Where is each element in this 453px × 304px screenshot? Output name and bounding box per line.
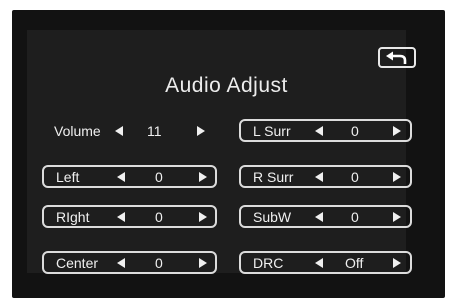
drc-label: DRC: [253, 254, 284, 271]
l-surr-decrease-icon[interactable]: [315, 125, 323, 136]
drc-value: Off: [345, 254, 364, 271]
subw-row[interactable]: SubW 0: [239, 205, 412, 228]
left-value: 0: [155, 168, 163, 185]
l-surr-value: 0: [351, 122, 359, 139]
right-value: 0: [155, 208, 163, 225]
volume-decrease-icon[interactable]: [115, 125, 123, 136]
l-surr-row[interactable]: L Surr 0: [239, 119, 412, 142]
volume-value: 11: [147, 122, 162, 139]
center-row[interactable]: Center 0: [42, 251, 217, 274]
left-increase-icon[interactable]: [199, 171, 207, 182]
return-arrow-icon: [386, 51, 407, 64]
r-surr-label: R Surr: [253, 168, 294, 185]
subw-label: SubW: [253, 208, 292, 225]
left-decrease-icon[interactable]: [117, 171, 125, 182]
center-value: 0: [155, 254, 163, 271]
back-button[interactable]: [378, 47, 416, 68]
page-title: Audio Adjust: [165, 74, 288, 97]
right-label: RIght: [56, 208, 90, 225]
right-increase-icon[interactable]: [199, 211, 207, 222]
subw-increase-icon[interactable]: [393, 211, 401, 222]
audio-adjust-panel: [27, 30, 406, 273]
center-label: Center: [56, 254, 99, 271]
volume-row[interactable]: Volume 11: [42, 119, 217, 142]
r-surr-decrease-icon[interactable]: [315, 171, 323, 182]
left-label: Left: [56, 168, 80, 185]
drc-row[interactable]: DRC Off: [239, 251, 412, 274]
volume-increase-icon[interactable]: [197, 125, 205, 136]
drc-decrease-icon[interactable]: [315, 257, 323, 268]
right-row[interactable]: RIght 0: [42, 205, 217, 228]
l-surr-increase-icon[interactable]: [393, 125, 401, 136]
r-surr-increase-icon[interactable]: [393, 171, 401, 182]
right-decrease-icon[interactable]: [117, 211, 125, 222]
volume-label: Volume: [54, 122, 101, 139]
left-row[interactable]: Left 0: [42, 165, 217, 188]
drc-increase-icon[interactable]: [393, 257, 401, 268]
center-increase-icon[interactable]: [199, 257, 207, 268]
r-surr-value: 0: [351, 168, 359, 185]
subw-value: 0: [351, 208, 359, 225]
subw-decrease-icon[interactable]: [315, 211, 323, 222]
l-surr-label: L Surr: [253, 122, 291, 139]
center-decrease-icon[interactable]: [117, 257, 125, 268]
r-surr-row[interactable]: R Surr 0: [239, 165, 412, 188]
